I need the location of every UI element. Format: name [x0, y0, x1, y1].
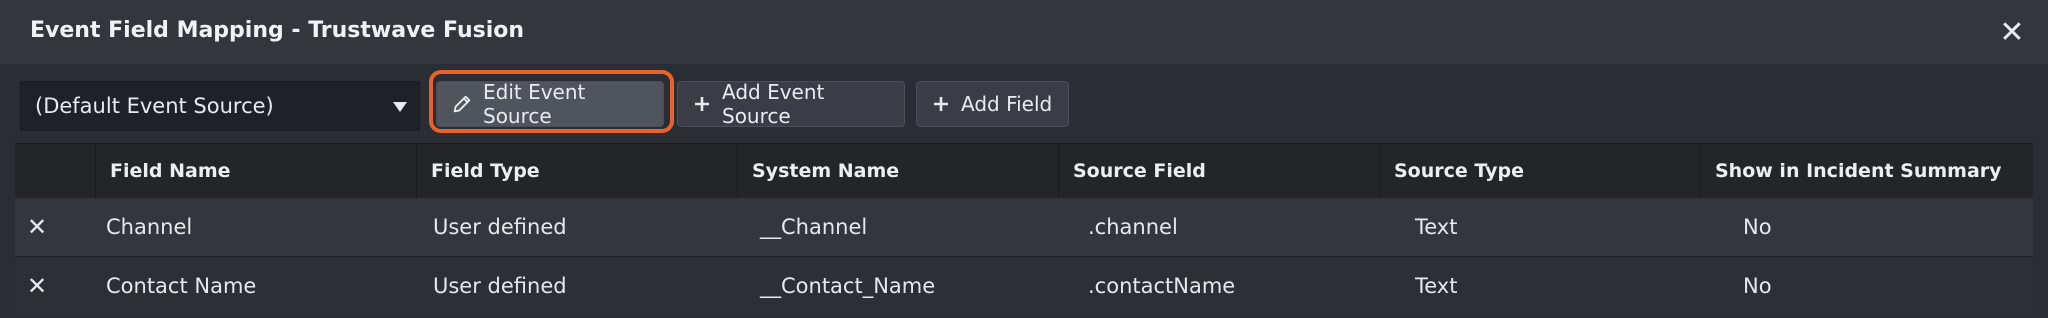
event-field-mapping-dialog: Event Field Mapping - Trustwave Fusion ✕…	[0, 0, 2048, 318]
cell-system-name: __Channel	[760, 215, 868, 239]
delete-row-icon[interactable]: ✕	[27, 198, 47, 256]
toolbar: (Default Event Source) Edit Event Source…	[0, 64, 2048, 142]
plus-icon	[931, 94, 951, 114]
cell-field-type: User defined	[433, 215, 567, 239]
add-event-source-button[interactable]: Add Event Source	[677, 80, 905, 128]
dialog-title: Event Field Mapping - Trustwave Fusion	[30, 18, 525, 43]
edit-event-source-button[interactable]: Edit Event Source	[436, 80, 664, 128]
cell-system-name: __Contact_Name	[760, 274, 936, 298]
column-header-system-name[interactable]: System Name	[737, 144, 1058, 198]
event-source-selected: (Default Event Source)	[35, 94, 274, 118]
dialog-titlebar: Event Field Mapping - Trustwave Fusion ✕	[0, 0, 2048, 65]
column-header-actions	[15, 144, 95, 198]
column-header-source-type[interactable]: Source Type	[1379, 144, 1700, 198]
cell-show-in-summary: No	[1743, 215, 1772, 239]
cell-field-name: Channel	[106, 215, 193, 239]
caret-down-icon	[393, 102, 407, 112]
table-row: ✕ Contact Name User defined __Contact_Na…	[15, 257, 2048, 315]
table-row: ✕ Channel User defined __Channel .channe…	[15, 198, 2048, 257]
pencil-icon	[451, 93, 473, 115]
cell-field-type: User defined	[433, 274, 567, 298]
cell-source-type: Text	[1415, 215, 1458, 239]
field-mapping-table: Field Name Field Type System Name Source…	[15, 143, 2048, 318]
column-header-field-name[interactable]: Field Name	[95, 144, 416, 198]
delete-row-icon[interactable]: ✕	[27, 257, 47, 315]
plus-icon	[692, 94, 712, 114]
add-field-button[interactable]: Add Field	[916, 81, 1069, 127]
column-header-field-type[interactable]: Field Type	[416, 144, 737, 198]
add-field-label: Add Field	[961, 92, 1053, 116]
cell-source-field: .channel	[1088, 215, 1178, 239]
cell-field-name: Contact Name	[106, 274, 257, 298]
cell-source-field: .contactName	[1088, 274, 1236, 298]
table-header: Field Name Field Type System Name Source…	[15, 143, 2048, 199]
table-right-gutter	[2033, 143, 2048, 318]
edit-event-source-label: Edit Event Source	[483, 80, 586, 128]
close-icon[interactable]: ✕	[1994, 14, 2030, 50]
add-event-source-label: Add Event Source	[722, 80, 825, 128]
column-header-source-field[interactable]: Source Field	[1058, 144, 1379, 198]
column-header-show-in-incident-summary[interactable]: Show in Incident Summary	[1700, 144, 2033, 198]
event-source-select[interactable]: (Default Event Source)	[20, 81, 420, 131]
cell-source-type: Text	[1415, 274, 1458, 298]
cell-show-in-summary: No	[1743, 274, 1772, 298]
